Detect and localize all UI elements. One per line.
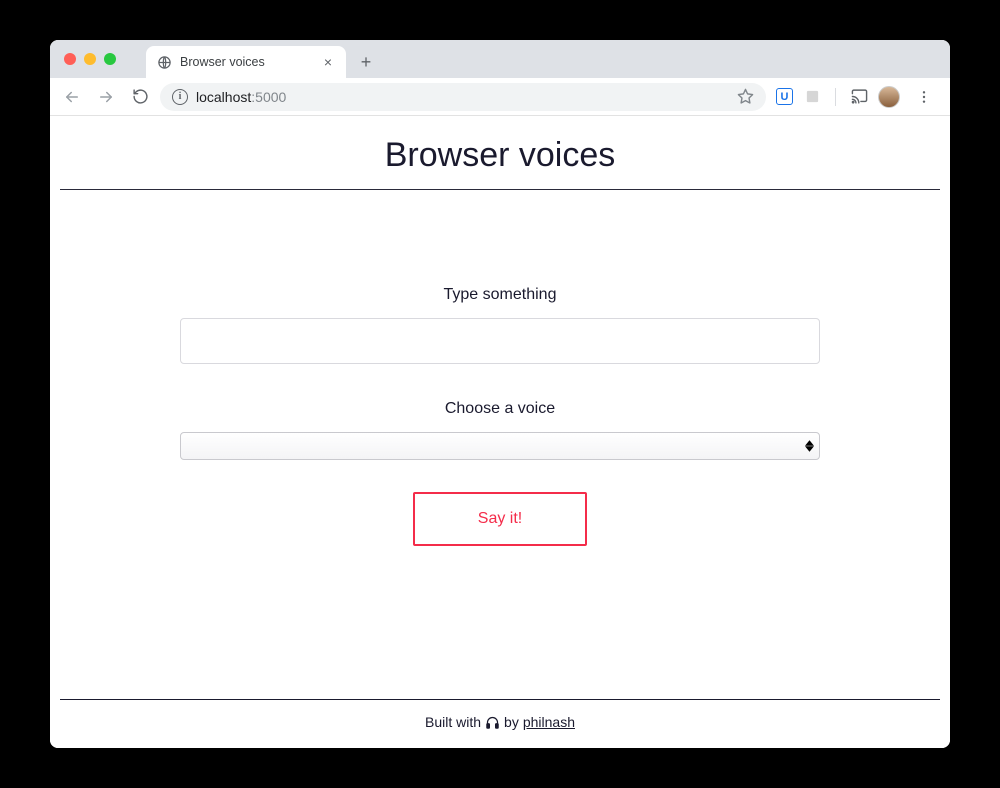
browser-tab[interactable]: Browser voices ×: [146, 46, 346, 78]
forward-button[interactable]: [92, 83, 120, 111]
footer-by: by: [504, 714, 519, 730]
browser-toolbar: i localhost:5000 U: [50, 78, 950, 116]
page-content: Browser voices Type something Choose a v…: [50, 116, 950, 748]
footer-author-link[interactable]: philnash: [523, 714, 575, 730]
text-input[interactable]: [180, 318, 820, 364]
say-it-button[interactable]: Say it!: [413, 492, 587, 546]
bookmark-star-icon[interactable]: [737, 88, 754, 105]
page-footer: Built with by philnash: [60, 699, 940, 748]
browser-window: Browser voices × + i localhost:5000 U: [50, 40, 950, 748]
toolbar-divider: [835, 88, 836, 106]
minimize-window-button[interactable]: [84, 53, 96, 65]
footer-prefix: Built with: [425, 714, 481, 730]
voice-select-wrap: [180, 432, 820, 460]
maximize-window-button[interactable]: [104, 53, 116, 65]
profile-avatar[interactable]: [878, 86, 900, 108]
globe-icon: [156, 54, 172, 70]
text-input-label: Type something: [444, 286, 557, 304]
extension-shield-icon[interactable]: U: [776, 88, 793, 105]
window-controls: [58, 53, 122, 65]
cast-icon[interactable]: [850, 88, 868, 106]
url-port: :5000: [251, 89, 286, 105]
extension-generic-icon[interactable]: [803, 88, 821, 106]
new-tab-button[interactable]: +: [352, 48, 380, 76]
reload-button[interactable]: [126, 83, 154, 111]
back-button[interactable]: [58, 83, 86, 111]
page-title: Browser voices: [50, 136, 950, 175]
voice-select-label: Choose a voice: [445, 400, 555, 418]
close-window-button[interactable]: [64, 53, 76, 65]
tab-strip: Browser voices × +: [50, 40, 950, 78]
headphones-icon: [485, 715, 500, 730]
url-host: localhost: [196, 89, 251, 105]
browser-menu-button[interactable]: [910, 83, 938, 111]
address-bar[interactable]: i localhost:5000: [160, 83, 766, 111]
tab-close-button[interactable]: ×: [320, 54, 336, 70]
tab-title: Browser voices: [180, 55, 265, 69]
site-info-icon[interactable]: i: [172, 89, 188, 105]
voice-select[interactable]: [180, 432, 820, 460]
extension-icons: U: [772, 83, 942, 111]
form: Type something Choose a voice Say it!: [50, 190, 950, 699]
